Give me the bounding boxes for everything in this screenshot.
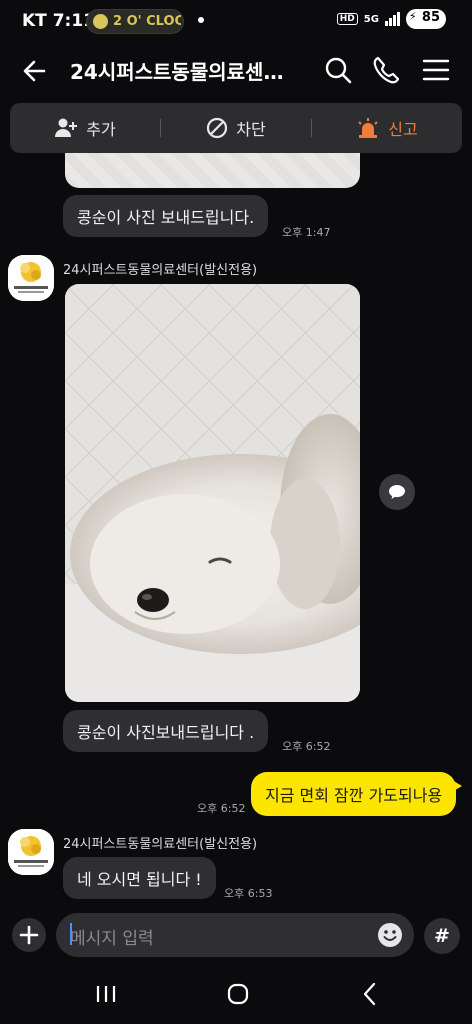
chat-header: 24시퍼스트동물의료센터(발신전용) xyxy=(0,46,472,94)
message-text: 네 오시면 됩니다 ! xyxy=(77,870,202,889)
message-input[interactable]: 메시지 입력 xyxy=(56,913,414,957)
add-person-icon xyxy=(55,118,78,137)
emoji-icon[interactable] xyxy=(376,921,404,949)
battery-indicator: 85 xyxy=(405,9,446,29)
report-label: 신고 xyxy=(388,120,418,139)
home-icon[interactable] xyxy=(218,978,258,1010)
clinic-logo-icon xyxy=(8,255,54,301)
media-pill[interactable]: 2 O' CLOC xyxy=(86,9,184,34)
status-carrier-time: KT 7:11 xyxy=(22,11,95,31)
puppy-photo xyxy=(65,284,360,702)
network-type: 5G xyxy=(363,13,379,25)
status-indicators: HD 5G 85 xyxy=(336,9,446,29)
spotify-icon xyxy=(93,14,108,29)
share-button[interactable] xyxy=(379,474,415,510)
sender-avatar[interactable] xyxy=(8,829,54,875)
input-placeholder: 메시지 입력 xyxy=(70,929,154,949)
sender-name: 24시퍼스트동물의료센터(발신전용) xyxy=(63,263,258,278)
stranger-action-bar: 추가 차단 신고 xyxy=(10,103,462,153)
block-button[interactable]: 차단 xyxy=(161,103,311,153)
message-bubble[interactable]: 콩순이 사진 보내드립니다. xyxy=(63,195,269,237)
status-bar: KT 7:11 2 O' CLOC HD 5G 85 xyxy=(0,0,472,44)
block-icon xyxy=(207,117,228,139)
message-time: 오후 6:52 xyxy=(282,740,331,753)
message-time: 오후 6:52 xyxy=(197,802,246,815)
message-text: 콩순이 사진보내드립니다 . xyxy=(77,723,255,742)
siren-icon xyxy=(358,118,378,138)
block-label: 차단 xyxy=(236,120,266,139)
back-arrow-icon[interactable] xyxy=(18,54,52,88)
attach-plus-button[interactable] xyxy=(12,918,46,952)
recent-apps-icon[interactable] xyxy=(86,978,126,1010)
sender-name: 24시퍼스트동물의료센터(발신전용) xyxy=(63,837,258,852)
message-text: 지금 면회 잠깐 가도되나용 xyxy=(265,786,443,805)
hd-badge: HD xyxy=(336,13,358,25)
report-button[interactable]: 신고 xyxy=(312,103,462,153)
menu-icon[interactable] xyxy=(420,54,452,86)
message-text: 콩순이 사진 보내드립니다. xyxy=(77,208,255,227)
search-icon[interactable] xyxy=(322,54,354,86)
message-time: 오후 1:47 xyxy=(282,226,331,239)
sender-avatar[interactable] xyxy=(8,255,54,301)
my-message-bubble[interactable]: 지금 면회 잠깐 가도되나용 xyxy=(251,772,463,816)
text-caret xyxy=(70,923,72,945)
system-nav-bar xyxy=(0,966,472,1024)
plus-icon xyxy=(19,925,39,945)
hashtag-search-button[interactable]: # xyxy=(424,918,460,954)
chat-title[interactable]: 24시퍼스트동물의료센터(발신전용) xyxy=(70,56,290,85)
message-bubble[interactable]: 콩순이 사진보내드립니다 . xyxy=(63,710,269,752)
clinic-logo-icon xyxy=(8,829,54,875)
photo-message-puppy[interactable] xyxy=(65,284,360,702)
media-text: 2 O' CLOC xyxy=(113,14,181,29)
phone-icon[interactable] xyxy=(370,54,402,86)
previous-photo[interactable] xyxy=(65,153,360,188)
signal-icon xyxy=(384,12,400,26)
back-nav-icon[interactable] xyxy=(350,978,390,1010)
add-friend-button[interactable]: 추가 xyxy=(10,103,160,153)
message-bubble[interactable]: 네 오시면 됩니다 ! xyxy=(63,857,216,899)
chat-bubble-icon xyxy=(389,485,405,499)
message-time: 오후 6:53 xyxy=(224,887,273,900)
notification-dot xyxy=(198,17,204,23)
add-label: 추가 xyxy=(86,120,116,139)
